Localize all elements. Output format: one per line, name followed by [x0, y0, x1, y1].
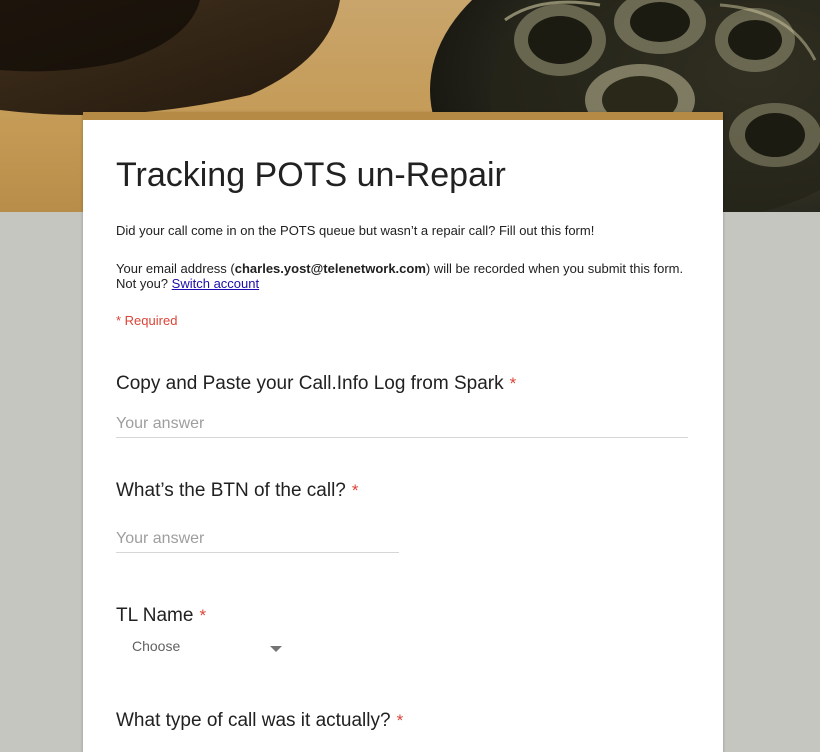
question-label: TL Name — [116, 605, 194, 626]
dropdown-selected-value: Choose — [132, 638, 181, 654]
not-you-label: Not you? — [116, 276, 169, 291]
email-prefix: Your email address ( — [116, 261, 235, 276]
question-title-call-type: What type of call was it actually? * — [116, 710, 403, 732]
email-suffix: ) will be recorded when you submit this … — [425, 261, 684, 276]
question-label: Copy and Paste your Call.Info Log from S… — [116, 373, 504, 394]
question-title-call-log: Copy and Paste your Call.Info Log from S… — [116, 373, 516, 395]
required-asterisk: * — [199, 606, 207, 625]
form-title: Tracking POTS un-Repair — [116, 156, 506, 194]
question-title-btn: What’s the BTN of the call? * — [116, 480, 359, 502]
switch-account-link[interactable]: Switch account — [172, 276, 259, 291]
form-description: Did your call come in on the POTS queue … — [116, 223, 595, 238]
required-asterisk: * — [509, 374, 517, 393]
user-email: charles.yost@telenetwork.com — [234, 261, 426, 276]
btn-input[interactable] — [116, 530, 399, 553]
question-title-tl-name: TL Name * — [116, 605, 206, 627]
question-label: What type of call was it actually? — [116, 710, 391, 731]
tl-name-dropdown[interactable]: Choose — [132, 638, 282, 666]
form-card: Tracking POTS un-Repair Did your call co… — [83, 112, 723, 752]
call-log-input[interactable] — [116, 415, 688, 438]
required-note: * Required — [116, 313, 178, 328]
email-notice: Your email address (charles.yost@telenet… — [116, 261, 696, 291]
question-label: What’s the BTN of the call? — [116, 480, 346, 501]
required-asterisk: * — [351, 481, 359, 500]
required-asterisk: * — [396, 711, 404, 730]
chevron-down-icon — [270, 646, 282, 652]
